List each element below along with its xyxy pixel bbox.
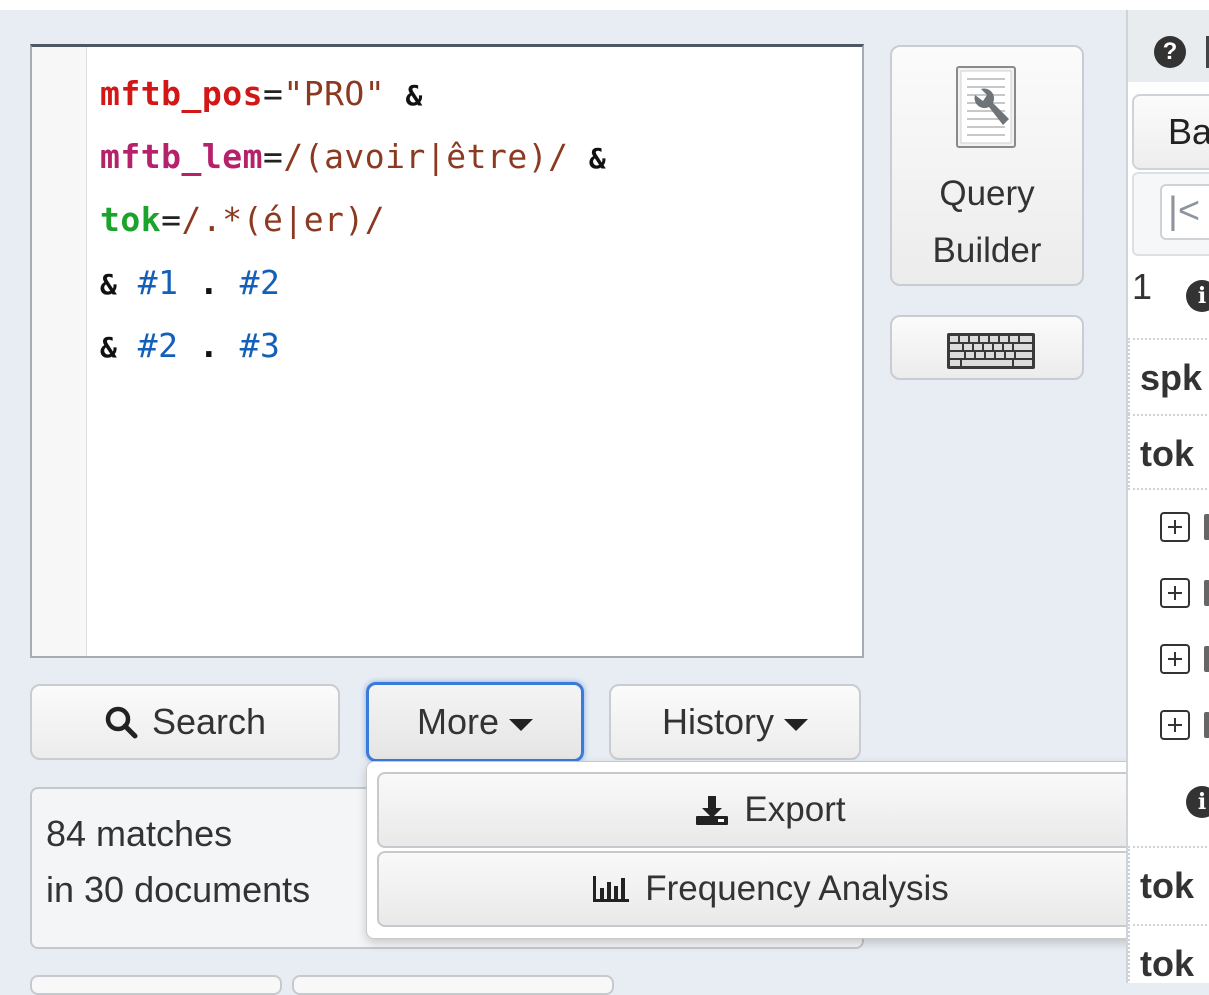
more-dropdown-button[interactable]: More: [366, 682, 584, 762]
expand-label-fragment: [1204, 580, 1209, 606]
history-dropdown-button[interactable]: History: [609, 684, 861, 760]
expand-icon[interactable]: [1160, 710, 1190, 740]
expand-label-fragment: [1204, 646, 1209, 672]
top-strip: [0, 0, 1209, 10]
annotation-value: "PRO": [283, 74, 386, 113]
wrench-document-icon: [956, 66, 1016, 148]
bar-chart-icon: [593, 876, 630, 902]
expand-icon[interactable]: [1160, 644, 1190, 674]
editor-gutter: [32, 47, 87, 656]
operator: =: [262, 74, 284, 113]
annotation-row-tok: tok: [1128, 924, 1209, 983]
query-builder-label-line1: Query: [939, 174, 1035, 213]
chevron-down-icon: [784, 719, 808, 731]
chevron-down-icon: [509, 719, 534, 731]
document-count: in 30 documents: [46, 869, 311, 910]
first-page-button[interactable]: |<: [1160, 184, 1209, 240]
annotation-key: mftb_pos: [100, 74, 263, 113]
frequency-analysis-menu-item[interactable]: Frequency Analysis: [377, 851, 1163, 927]
results-panel-header: ?: [1128, 10, 1209, 82]
results-tab[interactable]: Ba: [1132, 94, 1209, 170]
ampersand: &: [588, 142, 607, 175]
annotation-key: tok: [100, 200, 162, 239]
expand-icon[interactable]: [1160, 578, 1190, 608]
query-line-4: & #1 . #2: [100, 258, 606, 321]
annotation-value: /(avoir|être)/: [283, 137, 569, 176]
node-reference: #3: [239, 326, 281, 365]
search-icon: [105, 706, 138, 739]
operator: =: [262, 137, 284, 176]
history-button-label: History: [661, 701, 774, 742]
result-number: 1: [1132, 266, 1153, 307]
query-builder-label-line2: Builder: [932, 231, 1042, 270]
virtual-keyboard-button[interactable]: [890, 315, 1084, 380]
results-panel: ? Ba |< 1 i spk tok i tok tok: [1126, 10, 1209, 983]
pagination-bar: |<: [1132, 172, 1209, 256]
expand-label-fragment: [1204, 514, 1209, 540]
annotation-row-spk: spk: [1128, 338, 1209, 414]
query-code[interactable]: mftb_pos="PRO" & mftb_lem=/(avoir|être)/…: [100, 69, 606, 384]
operator: =: [161, 200, 182, 239]
query-line-3: tok=/.*(é|er)/: [100, 195, 606, 258]
bottom-tab[interactable]: [292, 975, 614, 995]
search-button-label: Search: [151, 701, 267, 742]
info-icon[interactable]: i: [1186, 786, 1209, 818]
export-label: Export: [744, 790, 846, 829]
keyboard-icon: [947, 333, 1035, 369]
query-builder-label: Query Builder: [892, 165, 1082, 279]
annotation-row-tok: tok: [1128, 846, 1209, 922]
node-reference: #2: [239, 263, 281, 302]
query-line-2: mftb_lem=/(avoir|être)/ &: [100, 132, 606, 195]
help-icon[interactable]: ?: [1154, 36, 1186, 68]
annotation-row-tok: tok: [1128, 414, 1209, 490]
query-builder-button[interactable]: Query Builder: [890, 45, 1084, 286]
node-reference: #1: [137, 263, 179, 302]
ampersand: &: [100, 331, 118, 364]
bottom-tab[interactable]: [30, 975, 282, 995]
query-line-5: & #2 . #3: [100, 321, 606, 384]
download-icon: [696, 796, 729, 825]
more-button-label: More: [416, 701, 500, 742]
query-editor[interactable]: mftb_pos="PRO" & mftb_lem=/(avoir|être)/…: [30, 44, 864, 658]
match-count: 84 matches: [46, 813, 233, 854]
annotation-value: /.*(é|er)/: [181, 200, 386, 239]
expand-label-fragment: [1204, 712, 1209, 738]
more-dropdown-menu: Export Frequency Analysis: [366, 761, 1172, 939]
node-reference: #2: [137, 326, 179, 365]
query-line-1: mftb_pos="PRO" &: [100, 69, 606, 132]
precedence-operator: .: [198, 326, 220, 365]
export-menu-item[interactable]: Export: [377, 772, 1163, 848]
precedence-operator: .: [198, 263, 220, 302]
frequency-analysis-label: Frequency Analysis: [645, 869, 949, 908]
info-icon[interactable]: i: [1186, 280, 1209, 312]
annotation-key: mftb_lem: [100, 137, 263, 176]
search-button[interactable]: Search: [30, 684, 340, 760]
ampersand: &: [405, 79, 423, 112]
expand-icon[interactable]: [1160, 512, 1190, 542]
ampersand: &: [100, 268, 118, 301]
